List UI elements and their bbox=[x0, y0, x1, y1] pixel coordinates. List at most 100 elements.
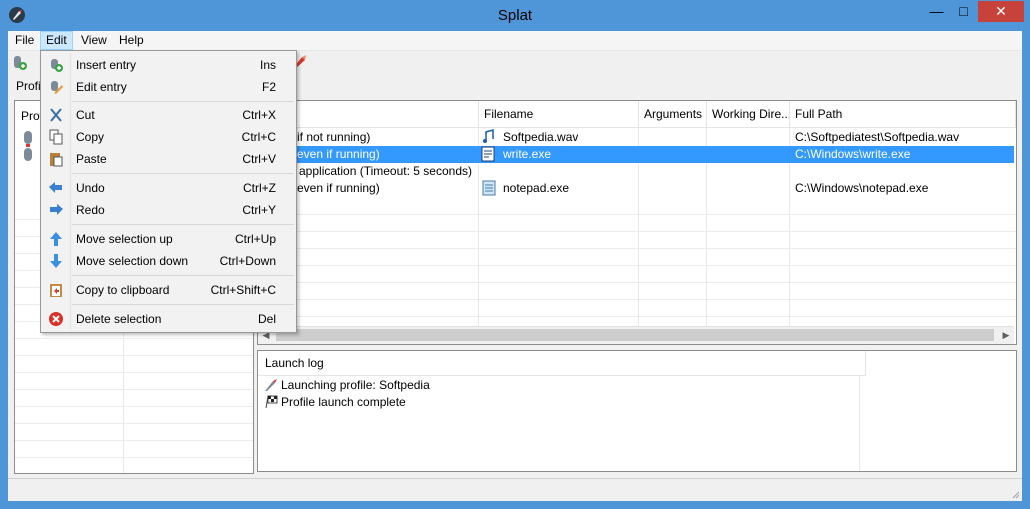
copy-icon bbox=[49, 129, 63, 145]
menu-bar: File Edit View Help bbox=[8, 31, 1022, 51]
launch-log-panel[interactable]: Launch log Launching profile: Softpedia … bbox=[257, 350, 1017, 472]
menu-item-label: Copy to clipboard bbox=[76, 283, 170, 297]
scroll-right-arrow-icon[interactable]: ▶ bbox=[999, 329, 1013, 341]
table-row[interactable]: n (even if running) notepad.exe C:\Windo… bbox=[258, 180, 1014, 197]
menu-help[interactable]: Help bbox=[114, 32, 149, 49]
row-full-path: C:\Softpediatest\Softpedia.wav bbox=[795, 130, 960, 144]
close-button[interactable]: ✕ bbox=[978, 1, 1024, 22]
menu-separator bbox=[72, 101, 294, 102]
menu-item-label: Undo bbox=[76, 181, 105, 195]
menu-item-shortcut: Ctrl+C bbox=[241, 130, 276, 144]
status-bar bbox=[8, 478, 1022, 501]
window-title: Splat bbox=[497, 7, 533, 24]
grid-divider bbox=[15, 423, 253, 424]
menu-item-shortcut: Ctrl+Z bbox=[243, 181, 276, 195]
grid-divider bbox=[859, 375, 860, 471]
launching-icon bbox=[265, 379, 277, 391]
grid-divider bbox=[258, 214, 1016, 215]
row-filename: Softpedia.wav bbox=[503, 130, 579, 144]
grid-divider bbox=[258, 282, 1016, 283]
new-profile-icon[interactable] bbox=[10, 53, 28, 71]
grid-divider bbox=[15, 406, 253, 407]
row-full-path: C:\Windows\write.exe bbox=[795, 147, 911, 161]
menu-item-edit-entry[interactable]: Edit entry F2 bbox=[43, 76, 294, 98]
menu-item-shortcut: Ctrl+Y bbox=[242, 203, 276, 217]
resize-grip-icon[interactable] bbox=[1010, 489, 1020, 499]
column-header-filename[interactable]: Filename bbox=[479, 101, 639, 128]
menu-item-copy-to-clipboard[interactable]: Copy to clipboard Ctrl+Shift+C bbox=[43, 279, 294, 301]
cut-icon bbox=[50, 108, 62, 122]
menu-item-shortcut: F2 bbox=[261, 80, 276, 94]
menu-separator bbox=[72, 173, 294, 174]
menu-separator bbox=[72, 224, 294, 225]
menu-item-cut[interactable]: Cut Ctrl+X bbox=[43, 104, 294, 126]
grid-divider bbox=[258, 299, 1016, 300]
menu-item-paste[interactable]: Paste Ctrl+V bbox=[43, 148, 294, 170]
row-filename: write.exe bbox=[503, 147, 552, 161]
app-window: Splat — □ ✕ File Edit View Help Profil P… bbox=[0, 0, 1030, 509]
grid-divider bbox=[15, 389, 253, 390]
grid-divider bbox=[258, 265, 1016, 266]
notepad-icon bbox=[482, 180, 496, 196]
delete-icon bbox=[49, 312, 63, 326]
menu-item-undo[interactable]: Undo Ctrl+Z bbox=[43, 177, 294, 199]
launch-log-header[interactable]: Launch log bbox=[258, 351, 866, 376]
log-entry-text: Launching profile: Softpedia bbox=[281, 378, 430, 392]
menu-item-shortcut: Ins bbox=[259, 58, 276, 72]
column-header-working-dir[interactable]: Working Dire... bbox=[707, 101, 790, 128]
grid-divider bbox=[258, 231, 1016, 232]
menu-item-label: Redo bbox=[76, 203, 105, 217]
menu-item-shortcut: Del bbox=[257, 312, 276, 326]
edit-entry-icon bbox=[51, 81, 63, 94]
menu-edit[interactable]: Edit bbox=[40, 31, 73, 50]
table-row[interactable]: se application (Timeout: 5 seconds) bbox=[258, 163, 1014, 180]
audio-file-icon bbox=[483, 129, 494, 143]
row-action: n (even if running) bbox=[283, 147, 380, 161]
grid-divider bbox=[258, 316, 1016, 317]
row-action: se application (Timeout: 5 seconds) bbox=[283, 164, 472, 178]
insert-entry-icon bbox=[51, 59, 63, 72]
table-row-selected[interactable]: n (even if running) write.exe C:\Windows… bbox=[258, 146, 1014, 163]
menu-item-shortcut: Ctrl+Shift+C bbox=[210, 283, 276, 297]
menu-item-label: Delete selection bbox=[76, 312, 162, 326]
edit-menu-dropdown: Insert entry Ins Edit entry F2 Cut Ctrl+… bbox=[40, 50, 297, 333]
column-header-full-path[interactable]: Full Path bbox=[790, 101, 1016, 128]
menu-item-insert-entry[interactable]: Insert entry Ins bbox=[43, 54, 294, 76]
entries-list[interactable]: Filename Arguments Working Dire... Full … bbox=[257, 100, 1017, 345]
menu-item-shortcut: Ctrl+Up bbox=[234, 232, 276, 246]
row-action: n (even if running) bbox=[283, 181, 380, 195]
redo-icon bbox=[50, 204, 63, 215]
grid-divider bbox=[15, 338, 253, 339]
menu-item-shortcut: Ctrl+V bbox=[242, 152, 276, 166]
column-header-arguments[interactable]: Arguments bbox=[639, 101, 707, 128]
undo-icon bbox=[49, 182, 62, 193]
horizontal-scrollbar[interactable]: ◀ ▶ bbox=[258, 326, 1014, 344]
menu-item-label: Move selection up bbox=[76, 232, 173, 246]
table-row[interactable]: n (if not running) Softpedia.wav C:\Soft… bbox=[258, 129, 1014, 146]
menu-item-shortcut: Ctrl+X bbox=[242, 108, 276, 122]
maximize-button[interactable]: □ bbox=[950, 1, 977, 22]
menu-file[interactable]: File bbox=[10, 32, 39, 49]
grid-divider bbox=[15, 372, 253, 373]
menu-separator bbox=[72, 275, 294, 276]
menu-view[interactable]: View bbox=[76, 32, 112, 49]
paste-icon bbox=[50, 153, 63, 167]
menu-item-shortcut: Ctrl+Down bbox=[219, 254, 276, 268]
menu-item-move-up[interactable]: Move selection up Ctrl+Up bbox=[43, 228, 294, 250]
scrollbar-thumb[interactable] bbox=[276, 329, 994, 341]
menu-item-redo[interactable]: Redo Ctrl+Y bbox=[43, 199, 294, 221]
menu-item-move-down[interactable]: Move selection down Ctrl+Down bbox=[43, 250, 294, 272]
move-up-icon bbox=[50, 232, 62, 246]
grid-divider bbox=[258, 248, 1016, 249]
title-bar[interactable]: Splat — □ ✕ bbox=[0, 0, 1030, 31]
move-down-icon bbox=[50, 254, 62, 268]
menu-item-copy[interactable]: Copy Ctrl+C bbox=[43, 126, 294, 148]
menu-item-delete-selection[interactable]: Delete selection Del bbox=[43, 308, 294, 330]
clipboard-icon bbox=[50, 284, 62, 297]
menu-item-label: Paste bbox=[76, 152, 107, 166]
grid-divider bbox=[15, 355, 253, 356]
menu-separator bbox=[72, 304, 294, 305]
minimize-button[interactable]: — bbox=[923, 1, 950, 22]
menu-item-label: Cut bbox=[76, 108, 95, 122]
grid-divider bbox=[15, 457, 253, 458]
